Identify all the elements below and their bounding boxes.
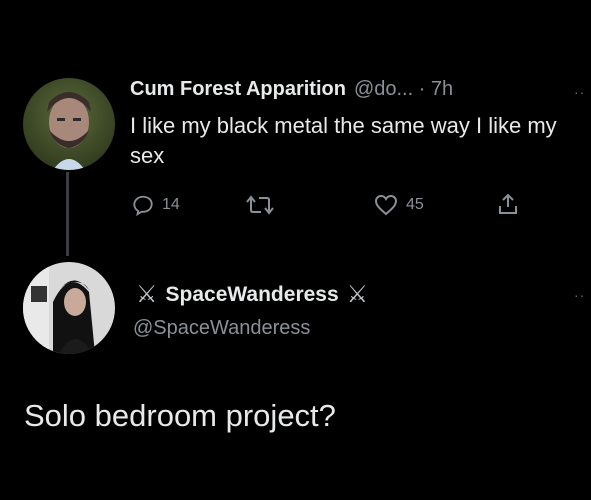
like-action[interactable]: 45 [374,194,424,216]
reply-count: 14 [162,196,180,213]
reply-header: ⚔ SpaceWanderess ⚔ [136,280,368,309]
share-icon [499,193,517,214]
author-handle-time[interactable]: @do... · 7h [354,78,453,101]
tweet-text: I like my black metal the same way I lik… [130,113,557,168]
crossed-swords-icon: ⚔ [136,281,158,308]
tweet-more-icon[interactable]: ·· [574,84,585,100]
reply-author-name[interactable]: SpaceWanderess [166,283,339,307]
avatar-image [23,78,115,170]
thread-connector-line [66,172,69,256]
reply-action[interactable]: 14 [132,194,180,216]
reply-handle[interactable]: @SpaceWanderess [133,317,310,340]
reply-icon [133,195,153,216]
avatar-image [23,262,115,354]
heart-icon [374,194,398,216]
share-action[interactable] [496,192,520,216]
like-count: 45 [406,196,424,213]
retweet-action[interactable] [246,194,282,216]
crossed-swords-icon: ⚔ [346,281,369,308]
reply-more-icon[interactable]: ·· [574,287,585,303]
avatar-spacewanderess[interactable] [23,262,115,354]
author-name[interactable]: Cum Forest Apparition [130,78,346,101]
reply-text: Solo bedroom project? [24,398,336,433]
avatar-cum-forest-apparition[interactable] [23,78,115,170]
tweet-header: Cum Forest Apparition @do... · 7h [130,78,453,101]
retweet-icon [246,195,274,215]
